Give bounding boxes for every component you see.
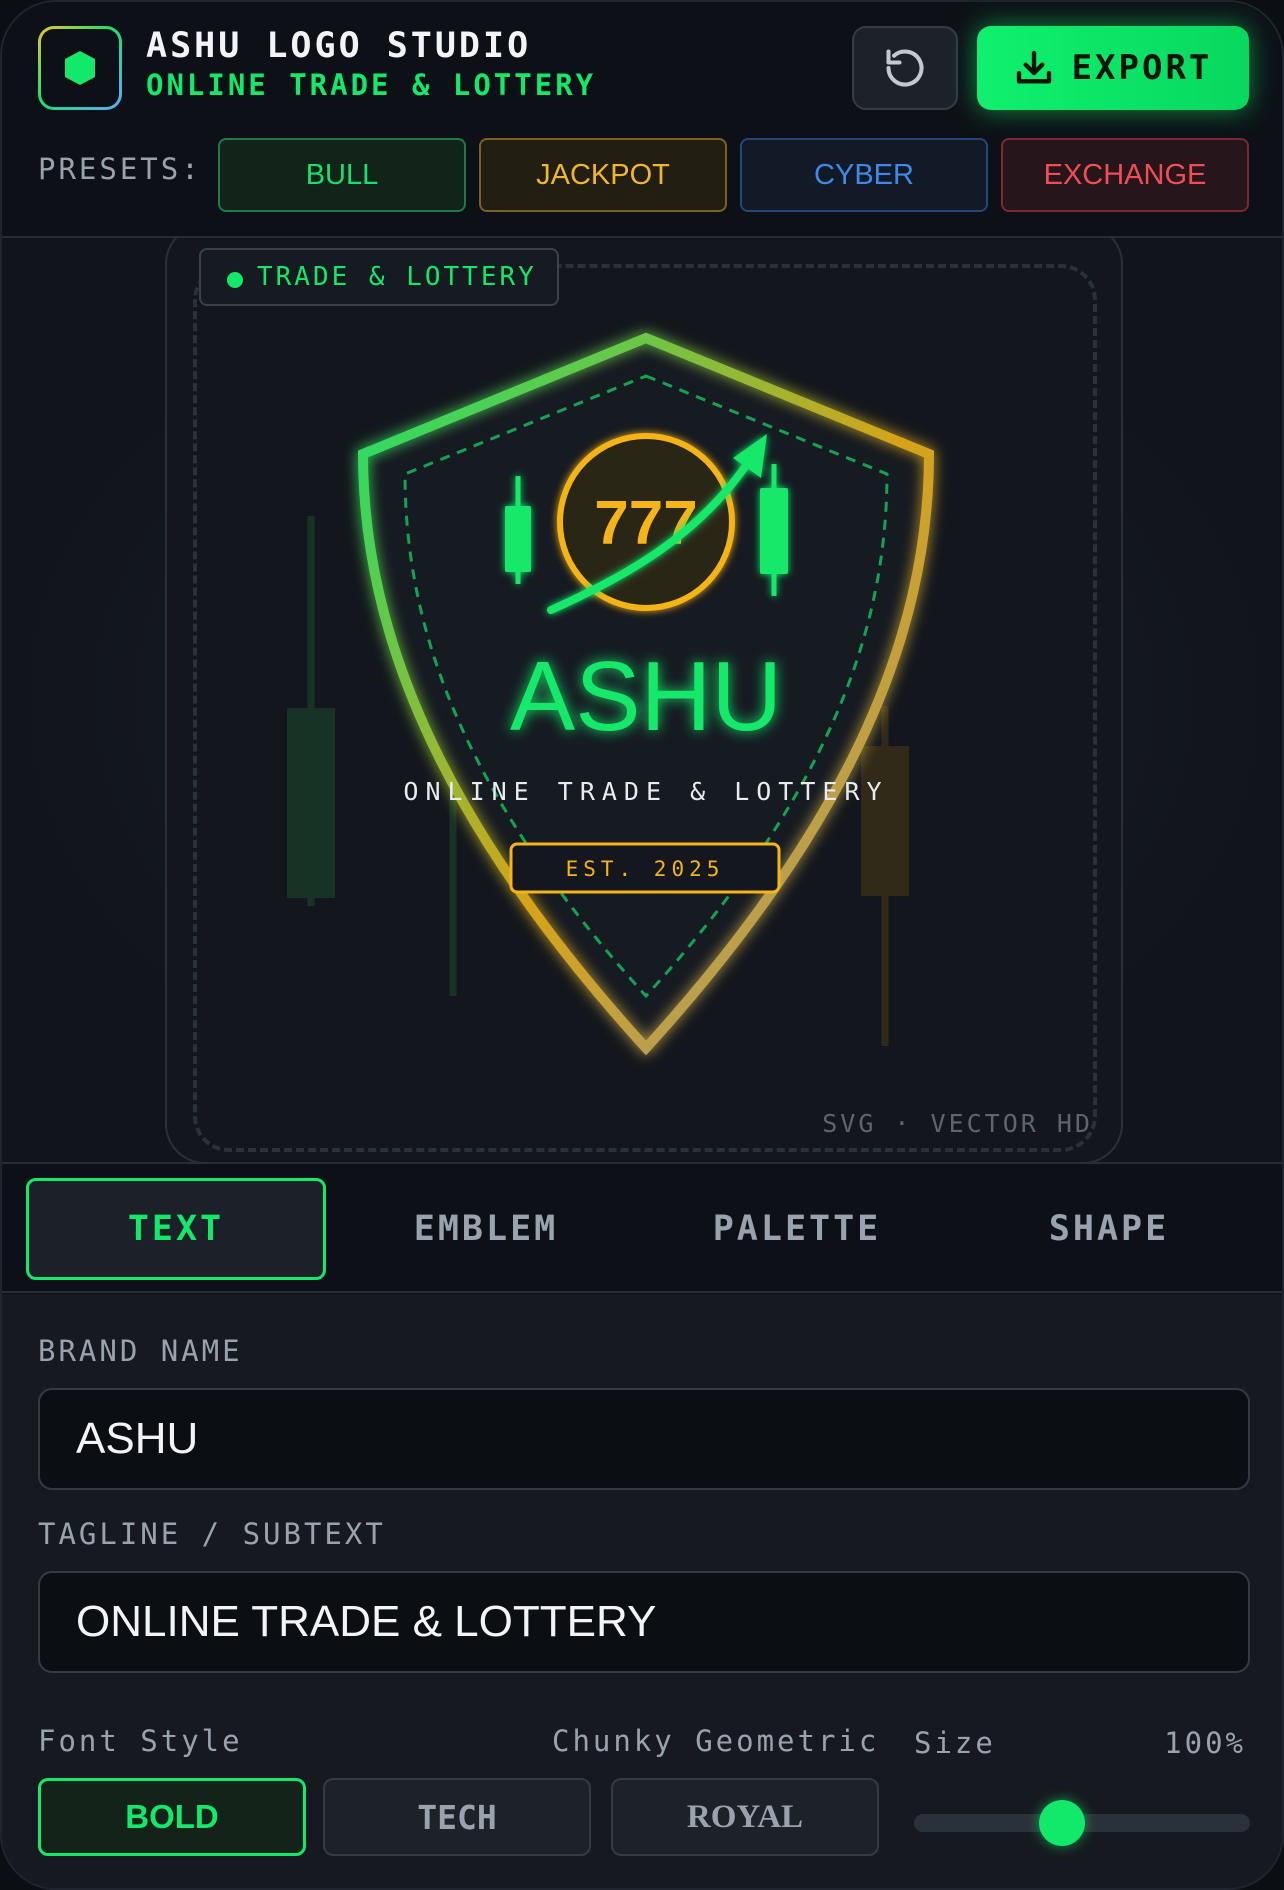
artboard: 777 ASHU ONLINE TRADE & LOTTERY EST. 202…: [165, 238, 1123, 1162]
tagline-label: TAGLINE / SUBTEXT: [38, 1517, 386, 1551]
reset-button[interactable]: [852, 26, 958, 110]
presets-label: PRESETS:: [38, 152, 202, 186]
export-label: EXPORT: [1071, 48, 1213, 88]
preset-jackpot-button[interactable]: JACKPOT: [479, 138, 727, 212]
app-logo: [38, 26, 122, 110]
category-badge-text: TRADE & LOTTERY: [257, 262, 537, 292]
emblem-number: 777: [594, 489, 697, 558]
font-tech-button[interactable]: TECH: [323, 1778, 591, 1856]
logo-preview: 777 ASHU ONLINE TRADE & LOTTERY EST. 202…: [287, 332, 935, 1056]
brand-name-input[interactable]: [38, 1388, 1250, 1490]
tab-text[interactable]: TEXT: [26, 1178, 326, 1280]
font-style-value: Chunky Geometric: [552, 1724, 880, 1758]
preset-cyber-button[interactable]: CYBER: [740, 138, 988, 212]
size-label: Size: [914, 1726, 996, 1760]
preset-bull-button[interactable]: BULL: [218, 138, 466, 212]
tab-palette[interactable]: PALETTE: [647, 1178, 947, 1280]
tab-shape[interactable]: SHAPE: [959, 1178, 1259, 1280]
app-window: ASHU LOGO STUDIO ONLINE TRADE & LOTTERY …: [0, 0, 1284, 1890]
font-bold-button[interactable]: BOLD: [38, 1778, 306, 1856]
rotate-ccw-icon: [886, 49, 924, 87]
app-subtitle: ONLINE TRADE & LOTTERY: [146, 68, 597, 102]
tab-emblem[interactable]: EMBLEM: [336, 1178, 636, 1280]
export-button[interactable]: EXPORT: [977, 26, 1249, 110]
logo-canvas: 777 ASHU ONLINE TRADE & LOTTERY EST. 202…: [2, 238, 1282, 1164]
font-royal-button[interactable]: ROYAL: [611, 1778, 879, 1856]
brand-name-label: BRAND NAME: [38, 1334, 243, 1368]
logo-tagline-text: ONLINE TRADE & LOTTERY: [403, 777, 888, 806]
header: ASHU LOGO STUDIO ONLINE TRADE & LOTTERY …: [2, 2, 1282, 238]
download-icon: [1016, 50, 1051, 84]
size-slider-thumb[interactable]: [1038, 1800, 1085, 1846]
category-badge: TRADE & LOTTERY: [199, 248, 559, 306]
editor-tabs: TEXT EMBLEM PALETTE SHAPE: [2, 1165, 1282, 1293]
font-style-label: Font Style: [38, 1724, 243, 1758]
hexagon-icon: [65, 51, 95, 85]
established-text: EST. 2025: [566, 857, 725, 881]
size-value: 100%: [1164, 1726, 1246, 1760]
logo-brand-text: ASHU: [510, 641, 782, 751]
app-title: ASHU LOGO STUDIO: [146, 26, 532, 66]
preset-exchange-button[interactable]: EXCHANGE: [1001, 138, 1249, 212]
format-watermark: SVG · VECTOR HD: [822, 1109, 1093, 1138]
status-dot: [227, 272, 243, 288]
tagline-input[interactable]: [38, 1571, 1250, 1673]
